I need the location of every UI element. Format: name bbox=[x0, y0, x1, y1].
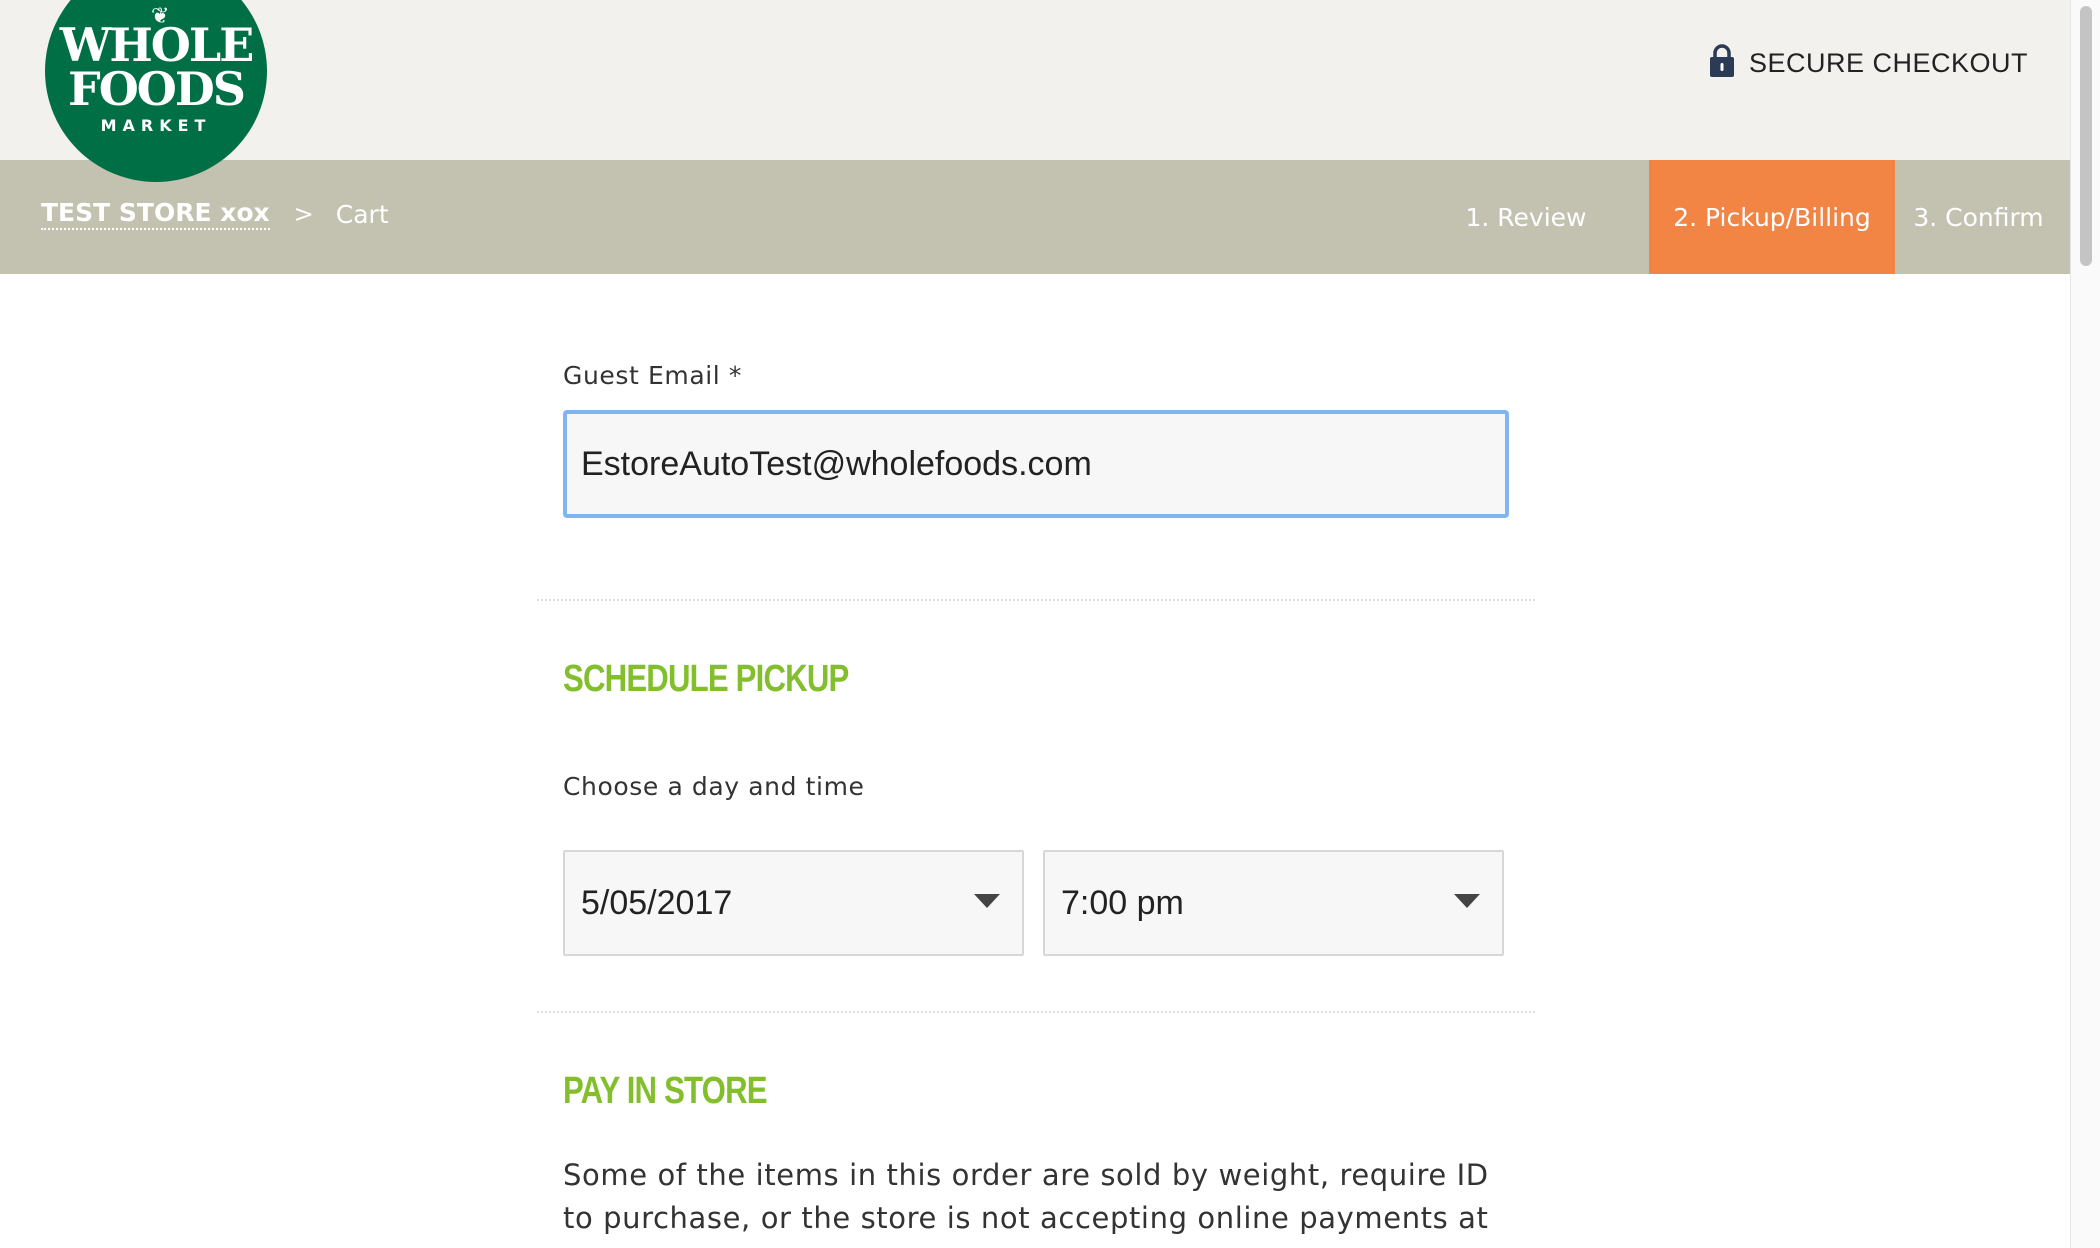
vertical-scrollbar[interactable] bbox=[2070, 0, 2100, 1248]
pickup-date-value: 5/05/2017 bbox=[581, 883, 733, 922]
pay-in-store-description: Some of the items in this order are sold… bbox=[563, 1158, 1489, 1248]
lock-icon bbox=[1709, 44, 1735, 82]
pickup-date-select[interactable]: 5/05/2017 bbox=[563, 850, 1024, 956]
checkout-nav-bar: TEST STORE xox > Cart 1. Review 2. Picku… bbox=[0, 160, 2070, 274]
logo-text-line2: FOODS bbox=[68, 62, 246, 116]
divider bbox=[537, 599, 1535, 601]
choose-day-time-label: Choose a day and time bbox=[563, 772, 865, 801]
guest-email-input[interactable] bbox=[563, 410, 1509, 518]
whole-foods-logo[interactable]: ❦ WHOLE FOODS MARKET bbox=[45, 0, 267, 182]
schedule-pickup-heading: SCHEDULE PICKUP bbox=[563, 658, 849, 700]
secure-checkout-label: SECURE CHECKOUT bbox=[1748, 47, 2028, 78]
pickup-time-select[interactable]: 7:00 pm bbox=[1043, 850, 1504, 956]
pickup-time-value: 7:00 pm bbox=[1061, 883, 1184, 922]
checkout-steps: 1. Review 2. Pickup/Billing 3. Confirm bbox=[1403, 160, 2070, 274]
breadcrumb-separator: > bbox=[293, 200, 314, 228]
chevron-down-icon bbox=[1454, 894, 1480, 908]
scrollbar-thumb[interactable] bbox=[2080, 6, 2092, 266]
secure-checkout: SECURE CHECKOUT bbox=[1709, 44, 2028, 82]
breadcrumb: TEST STORE xox > Cart bbox=[41, 198, 389, 230]
chevron-down-icon bbox=[974, 894, 1000, 908]
logo-text-line3: MARKET bbox=[100, 116, 212, 135]
breadcrumb-store-link[interactable]: TEST STORE xox bbox=[41, 198, 270, 230]
step-confirm[interactable]: 3. Confirm bbox=[1895, 160, 2070, 274]
header: ❦ WHOLE FOODS MARKET SECURE CHECKOUT bbox=[0, 0, 2070, 182]
breadcrumb-current: Cart bbox=[335, 199, 389, 229]
step-review[interactable]: 1. Review bbox=[1403, 160, 1649, 274]
step-pickup-billing[interactable]: 2. Pickup/Billing bbox=[1649, 160, 1895, 274]
guest-email-label: Guest Email * bbox=[563, 361, 742, 390]
pay-in-store-heading: PAY IN STORE bbox=[563, 1070, 768, 1112]
divider bbox=[537, 1011, 1535, 1013]
